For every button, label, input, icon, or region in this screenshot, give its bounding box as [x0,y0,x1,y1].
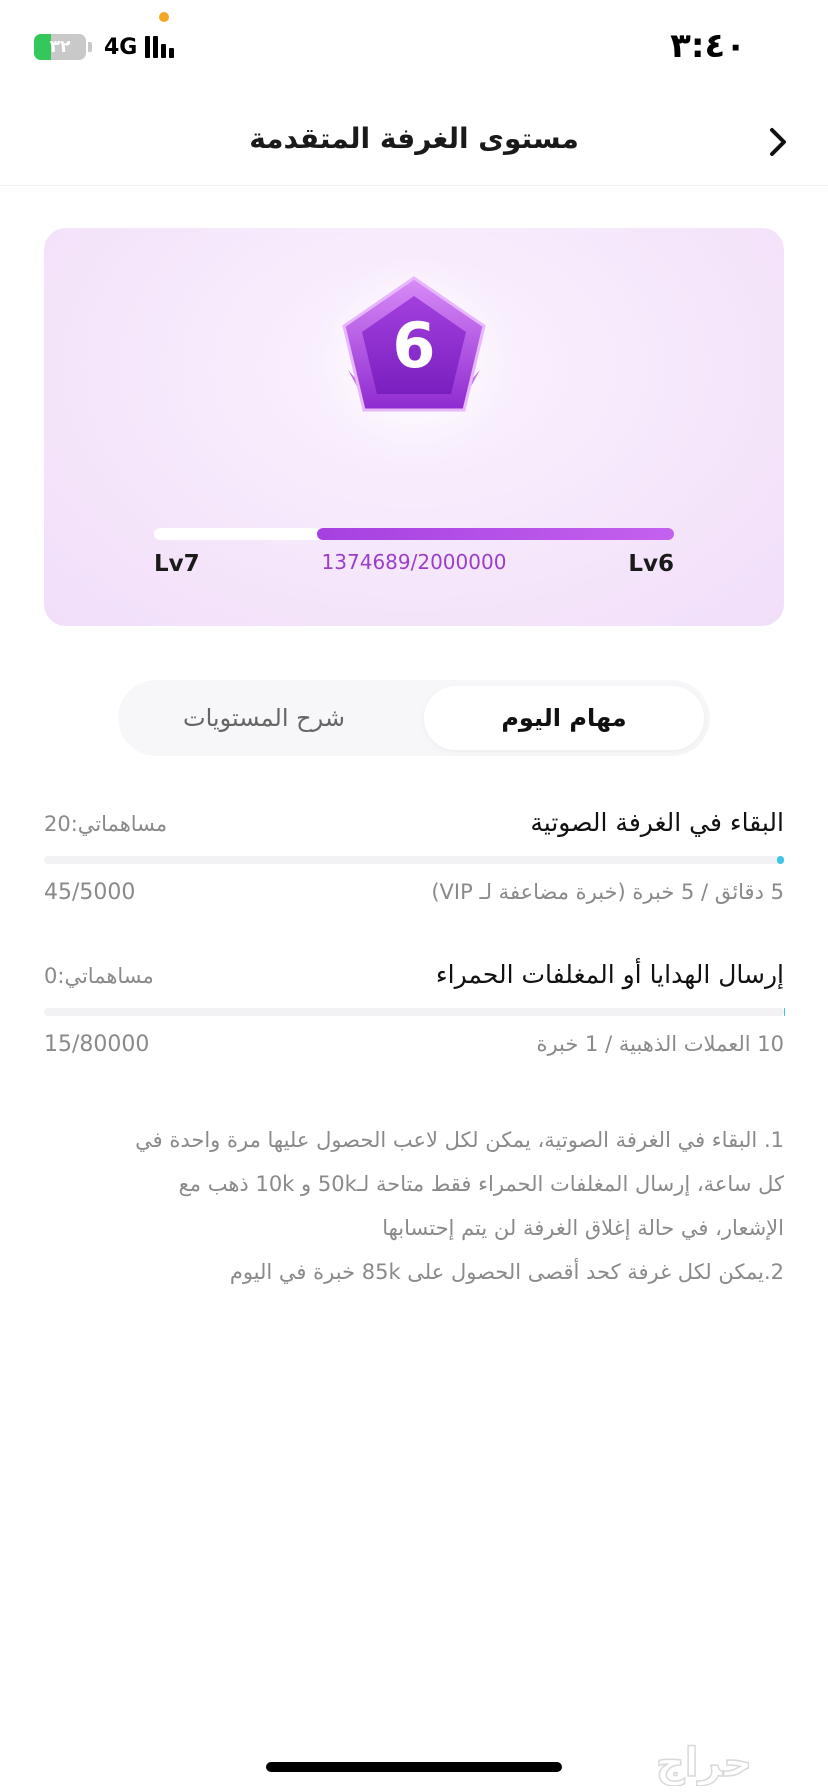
tab-daily-tasks[interactable]: مهام اليوم [424,686,704,750]
note-line: 2.يمكن لكل غرفة كحد أقصى الحصول على 85k … [229,1260,784,1284]
note-line: كل ساعة، إرسال المغلفات الحمراء فقط متاح… [178,1172,784,1196]
task-count: 45/5000 [44,880,136,905]
privacy-indicator-dot [159,12,169,22]
task-title: إرسال الهدايا أو المغلفات الحمراء [435,960,784,989]
task-progress-fill [776,856,784,864]
battery-icon: ٣٢ [34,34,92,60]
battery-level: ٣٢ [49,37,71,57]
tab-level-explanation[interactable]: شرح المستويات [124,686,404,750]
level-progress-fill [316,528,674,540]
svg-text:حراج: حراج [656,1740,752,1786]
level-badge-icon: 6 [314,260,514,460]
rules-notes: 1. البقاء في الغرفة الصوتية، يمكن لكل لا… [44,1118,784,1294]
back-button[interactable] [762,124,792,160]
task-item-voice-room: البقاء في الغرفة الصوتية مساهماتي:20 5 د… [44,808,784,918]
signal-icon [145,36,175,58]
task-contribution: مساهماتي:20 [44,812,168,836]
task-progress-bar [44,856,784,864]
page-title: مستوى الغرفة المتقدمة [249,122,579,155]
task-progress-bar [44,1008,784,1016]
note-line: 1. البقاء في الغرفة الصوتية، يمكن لكل لا… [135,1128,784,1152]
task-title: البقاء في الغرفة الصوتية [530,808,784,837]
nav-header: مستوى الغرفة المتقدمة [0,96,828,186]
home-indicator[interactable] [266,1762,562,1772]
tab-switcher: مهام اليوم شرح المستويات [118,680,710,756]
task-rule: 10 العملات الذهبية / 1 خبرة [536,1032,784,1056]
network-type: 4G [104,34,138,60]
room-level-screen: ٣٢ 4G ٣:٤٠ مستوى الغرفة المتقدمة 6 Lv7 1… [0,0,828,1792]
chevron-right-icon [770,128,786,156]
current-level-label: Lv6 [628,551,674,577]
status-time: ٣:٤٠ [670,26,746,66]
note-line: الإشعار، في حالة إغلاق الغرفة لن يتم إحت… [382,1216,784,1240]
status-indicators: ٣٢ 4G [34,34,175,60]
level-card: 6 Lv7 1374689/2000000 Lv6 [44,228,784,626]
level-progress-bar [154,528,674,540]
status-bar: ٣٢ 4G ٣:٤٠ [0,0,828,96]
badge-level-number: 6 [392,309,435,382]
task-count: 15/80000 [44,1032,150,1057]
haraj-watermark-logo: حراج [655,1739,753,1786]
task-contribution: مساهماتي:0 [44,964,154,988]
task-item-gifts: إرسال الهدايا أو المغلفات الحمراء مساهما… [44,960,784,1070]
task-rule: 5 دقائق / 5 خبرة (خبرة مضاعفة لـ VIP) [431,880,784,904]
